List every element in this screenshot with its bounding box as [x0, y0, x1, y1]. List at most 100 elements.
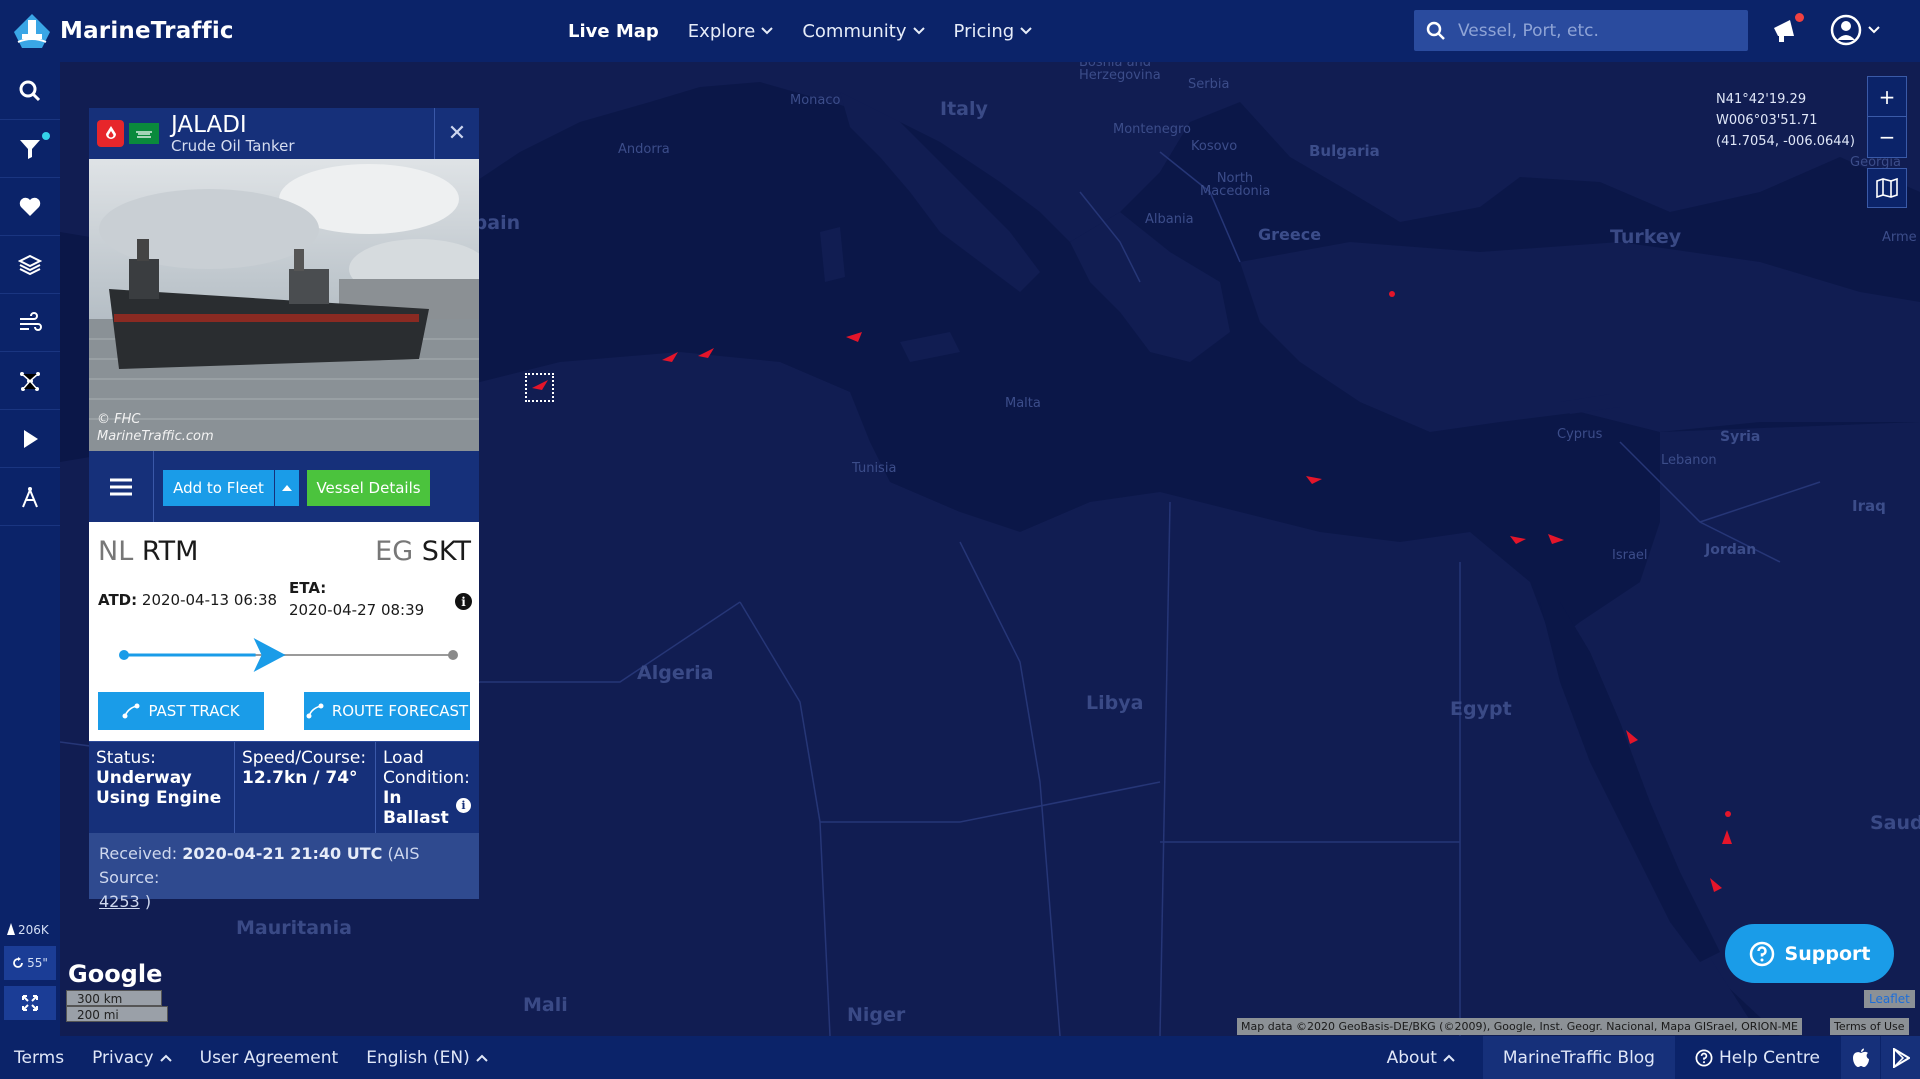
nav-live-map[interactable]: Live Map — [568, 21, 659, 42]
destination-port[interactable]: EG SKT — [375, 536, 471, 567]
route-forecast-button[interactable]: ROUTE FORECAST — [304, 692, 470, 730]
vessel-arrow-icon — [698, 348, 714, 358]
map-label-syria: Syria — [1720, 429, 1761, 445]
footer-terms-link[interactable]: Terms — [14, 1048, 64, 1068]
footer-links: Terms Privacy User Agreement English (EN… — [14, 1036, 488, 1079]
speed-label: Speed/Course: — [242, 748, 367, 768]
leaflet-link[interactable]: Leaflet — [1864, 990, 1915, 1008]
support-button[interactable]: Support — [1725, 924, 1894, 983]
origin-port[interactable]: NL RTM — [98, 536, 198, 567]
fullscreen-button[interactable] — [4, 986, 56, 1020]
add-to-fleet-dropdown[interactable] — [275, 470, 299, 506]
vessel-marker[interactable] — [1306, 474, 1322, 484]
main-nav: Live Map Explore Community Pricing — [568, 0, 1032, 62]
vessel-details-button[interactable]: Vessel Details — [307, 470, 430, 506]
vessel-marker[interactable] — [1710, 878, 1722, 892]
nav-community[interactable]: Community — [802, 21, 925, 42]
help-circle-icon — [1695, 1049, 1713, 1066]
sidebar-search-button[interactable] — [0, 62, 60, 120]
chevron-up-icon — [476, 1054, 488, 1062]
brand-name: MarineTraffic — [60, 18, 234, 44]
photo-credit-site: MarineTraffic.com — [97, 429, 214, 444]
vessel-menu-button[interactable] — [89, 451, 154, 522]
tanker-type-icon — [97, 120, 124, 147]
load-cell: Load Condition: In Ballast i — [376, 742, 479, 833]
add-to-fleet-button[interactable]: Add to Fleet — [163, 470, 274, 506]
vessel-marker[interactable] — [662, 352, 678, 362]
chevron-down-icon — [1868, 26, 1880, 34]
user-menu[interactable] — [1830, 14, 1880, 46]
zoom-control: + − — [1867, 76, 1907, 158]
vessel-photo[interactable]: © FHC MarineTraffic.com — [89, 159, 479, 451]
close-panel-button[interactable]: ✕ — [434, 108, 479, 159]
nav-pricing[interactable]: Pricing — [954, 21, 1033, 42]
coord-lat: N41°42'19.29 — [1716, 92, 1807, 107]
footer-about-link[interactable]: About — [1359, 1048, 1483, 1068]
load-info-icon[interactable]: i — [456, 798, 471, 813]
vessel-marker[interactable] — [1548, 534, 1564, 544]
vessel-arrow-icon — [1548, 534, 1564, 544]
zoom-out-button[interactable]: − — [1868, 117, 1906, 157]
sidebar-layers-button[interactable] — [0, 236, 60, 294]
sidebar-weather-button[interactable] — [0, 294, 60, 352]
map-label-bulgaria: Bulgaria — [1309, 142, 1380, 160]
ship-count-icon — [7, 923, 15, 935]
heart-icon — [19, 197, 41, 216]
footer-blog-link[interactable]: MarineTraffic Blog — [1482, 1036, 1675, 1079]
android-app-link[interactable] — [1880, 1036, 1920, 1079]
map-label-armenia: Arme — [1882, 230, 1917, 245]
map-label-tunisia: Tunisia — [852, 461, 897, 476]
search-icon — [1426, 21, 1445, 40]
sidebar-fleets-button[interactable] — [0, 178, 60, 236]
nav-explore-label: Explore — [687, 20, 756, 42]
vessel-marker[interactable] — [1626, 730, 1638, 744]
scale-mi: 200 mi — [66, 1006, 168, 1022]
vessel-marker[interactable] — [1388, 290, 1396, 298]
vessel-marker[interactable] — [1510, 534, 1526, 544]
map-label-niger: Niger — [847, 1004, 906, 1026]
vessel-marker[interactable] — [1724, 810, 1732, 818]
map-label-italy: Italy — [940, 98, 988, 120]
vessel-marker[interactable] — [1722, 830, 1732, 844]
vessel-marker[interactable] — [846, 332, 862, 342]
route-forecast-label: ROUTE FORECAST — [331, 702, 469, 720]
eta-label: ETA: — [289, 579, 327, 597]
nav-explore[interactable]: Explore — [688, 21, 774, 42]
sidebar-playback-button[interactable] — [0, 410, 60, 468]
past-track-button[interactable]: PAST TRACK — [98, 692, 264, 730]
footer-language-select[interactable]: English (EN) — [366, 1048, 488, 1068]
search-input[interactable] — [1458, 20, 1728, 41]
map-label-egypt: Egypt — [1450, 698, 1512, 720]
sidebar-measure-button[interactable] — [0, 468, 60, 526]
map-label-andorra: Andorra — [618, 142, 670, 157]
footer-privacy-link[interactable]: Privacy — [92, 1048, 172, 1068]
map-label-algeria: Algeria — [637, 662, 714, 684]
eta-value: 2020-04-27 08:39 — [289, 601, 425, 619]
map-type-button[interactable] — [1867, 168, 1907, 208]
footer-privacy-label: Privacy — [92, 1047, 154, 1068]
refresh-timer[interactable]: 55" — [4, 946, 56, 980]
zoom-in-button[interactable]: + — [1868, 77, 1906, 117]
vessel-arrow-icon — [1710, 878, 1722, 892]
refresh-icon — [13, 957, 23, 968]
terms-of-use-link[interactable]: Terms of Use — [1830, 1018, 1909, 1035]
ios-app-link[interactable] — [1840, 1036, 1880, 1079]
footer-help-link[interactable]: Help Centre — [1675, 1036, 1840, 1079]
map-label-mauritania: Mauritania — [236, 917, 352, 939]
footer-user-agreement-link[interactable]: User Agreement — [200, 1048, 339, 1068]
ais-source-link[interactable]: 4253 — [99, 892, 140, 911]
atd-value: 2020-04-13 06:38 — [141, 591, 278, 609]
atd: ATD: 2020-04-13 06:38 — [98, 591, 277, 609]
compass-measure-icon — [22, 486, 38, 507]
map-label-cyprus: Cyprus — [1557, 427, 1603, 442]
flag-emblem — [136, 130, 152, 138]
map-label-north-macedonia: North Macedonia — [1200, 171, 1271, 199]
vessel-marker[interactable] — [698, 348, 714, 358]
sidebar-density-button[interactable] — [0, 352, 60, 410]
map-label-lebanon: Lebanon — [1661, 453, 1717, 468]
brand-logo[interactable]: MarineTraffic — [10, 10, 234, 52]
map-label-albania: Albania — [1145, 212, 1194, 227]
sidebar-filter-button[interactable] — [0, 120, 60, 178]
saudi-arabia-flag-icon — [129, 123, 159, 144]
eta-info-icon[interactable]: i — [455, 593, 472, 610]
